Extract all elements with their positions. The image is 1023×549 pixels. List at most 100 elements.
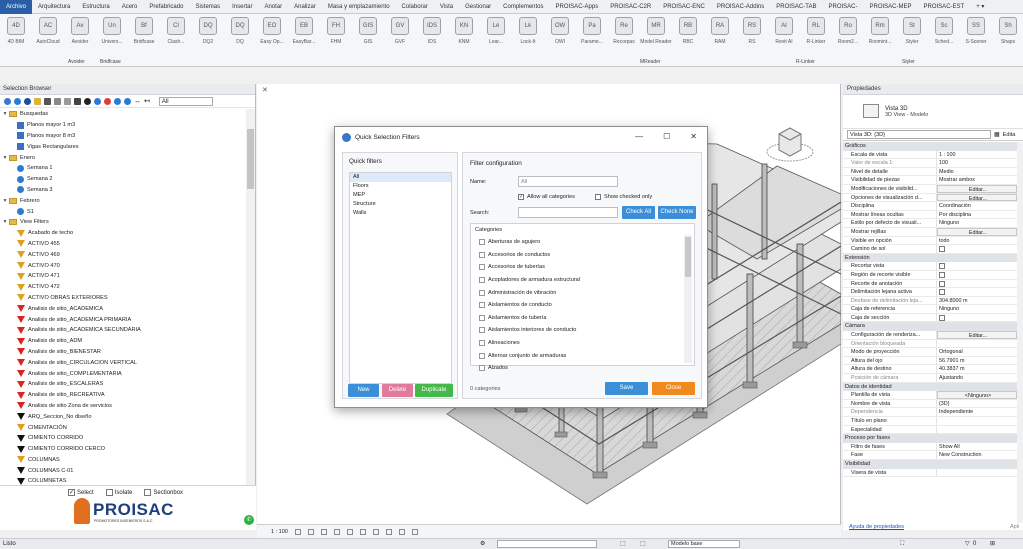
property-edit-button[interactable]: Editar... (937, 193, 1017, 202)
menu-item-16[interactable]: PROISAC-ENC (657, 0, 711, 14)
category-checkbox[interactable] (479, 327, 485, 334)
tree-row[interactable]: ACTIVO 455 (0, 239, 246, 250)
category-checkbox[interactable] (479, 264, 485, 271)
quick-filter-item[interactable]: Structure (350, 200, 451, 209)
add-search-icon[interactable] (14, 97, 21, 105)
edit-type-button[interactable]: Edita (1003, 132, 1016, 138)
ribbon-button-4[interactable]: Bf Bridfcase (128, 14, 160, 58)
workset-dropdown[interactable] (497, 540, 597, 548)
editable-only-icon[interactable]: ⬚ (640, 539, 646, 549)
ribbon-button-6[interactable]: DQ DQ2 (192, 14, 224, 58)
new-button[interactable]: New (348, 384, 379, 397)
ribbon-button-13[interactable]: IDS IDS (416, 14, 448, 58)
category-row[interactable]: Aislamientos interiores de conducto (471, 324, 694, 337)
menu-item-7[interactable]: Anotar (258, 0, 288, 14)
tree-row[interactable]: ACTIVO 472 (0, 282, 246, 293)
filter-icon[interactable] (74, 97, 81, 105)
show-crop-icon[interactable] (372, 528, 379, 535)
menu-item-21[interactable]: PROISAC-EST (918, 0, 971, 14)
quick-filter-item[interactable]: All (350, 173, 451, 182)
reveal-hidden-icon[interactable] (411, 528, 418, 535)
ribbon-button-30[interactable]: SS S-Sooner (960, 14, 992, 58)
ribbon-button-19[interactable]: Re Recorpas (608, 14, 640, 58)
tree-row[interactable]: ACTIVO OBRAS EXTERIORES (0, 293, 246, 304)
property-value[interactable]: 56.7901 m (937, 357, 1017, 365)
tree-row[interactable]: Analisis de sitio_ACADEMICA (0, 303, 246, 314)
edit-type-icon[interactable]: ▦ (994, 131, 1000, 138)
property-section[interactable]: Datos de identidad (843, 382, 1017, 392)
category-row[interactable]: Aislamientos de conducto (471, 299, 694, 312)
ribbon-button-28[interactable]: St Styler (896, 14, 928, 58)
tree-row[interactable]: COLUMNETAS (0, 476, 246, 485)
tree-scrollbar-thumb[interactable] (247, 129, 254, 189)
category-checkbox[interactable] (479, 302, 485, 309)
property-value[interactable]: 100 (937, 159, 1017, 167)
property-value[interactable] (937, 426, 1017, 434)
twisty-icon[interactable]: ▼ (2, 219, 8, 225)
cloud-icon[interactable] (94, 97, 101, 105)
tree-row[interactable]: Analisis de sitio_RECREATIVA (0, 390, 246, 401)
ribbon-button-12[interactable]: GV GVF (384, 14, 416, 58)
category-row[interactable]: Alineaciones (471, 337, 694, 350)
menu-item-14[interactable]: PROISAC-Apps (550, 0, 605, 14)
menu-item-8[interactable]: Analizar (288, 0, 322, 14)
menu-item-20[interactable]: PROISAC-MEP (864, 0, 918, 14)
menu-item-18[interactable]: PROISAC-TAB (770, 0, 822, 14)
expand-icon[interactable]: ↔ (134, 98, 141, 105)
sectionbox-option[interactable]: Sectionbox (144, 489, 183, 496)
property-section[interactable]: Cámara (843, 322, 1017, 332)
show-checked-option[interactable]: Show checked only (595, 194, 652, 200)
ribbon-button-31[interactable]: Sh Shaps (992, 14, 1023, 58)
menu-item-17[interactable]: PROISAC-Addins (711, 0, 770, 14)
categories-scrollbar[interactable] (684, 235, 692, 363)
arrow-down-icon[interactable] (114, 97, 121, 105)
category-checkbox[interactable] (479, 365, 485, 372)
ribbon-button-18[interactable]: Pa Parame... (576, 14, 608, 58)
sectionbox-checkbox[interactable] (144, 489, 152, 496)
close-icon[interactable]: ✕ (690, 132, 697, 141)
property-edit-button[interactable]: Editar... (937, 227, 1017, 236)
ribbon-button-17[interactable]: OW OWI (544, 14, 576, 58)
name-input[interactable]: All (518, 176, 618, 187)
tree-row[interactable]: CIMIENTO CORRIDO (0, 433, 246, 444)
select-checkbox[interactable]: ✓ (68, 489, 75, 496)
menu-item-3[interactable]: Acero (116, 0, 144, 14)
category-checkbox[interactable] (479, 277, 485, 284)
close-button[interactable]: Close (652, 382, 695, 395)
crop-icon[interactable] (359, 528, 366, 535)
category-checkbox[interactable] (479, 352, 485, 359)
twisty-icon[interactable]: ▼ (2, 198, 8, 204)
property-value[interactable]: Ninguno (937, 305, 1017, 313)
print-icon[interactable] (44, 97, 51, 105)
property-value[interactable]: Independiente (937, 408, 1017, 416)
collapse-icon[interactable]: ↤ (144, 97, 150, 105)
property-value[interactable]: New Construction (937, 451, 1017, 459)
property-value[interactable] (937, 262, 1017, 270)
tree-row[interactable]: Semana 1 (0, 163, 246, 174)
lock-view-icon[interactable] (385, 528, 392, 535)
ribbon-button-22[interactable]: RA RAM (704, 14, 736, 58)
property-value[interactable]: Mostrar ambos (937, 176, 1017, 184)
tree-row[interactable]: Semana 3 (0, 185, 246, 196)
category-row[interactable]: Aberturas de agujero (471, 236, 694, 249)
category-checkbox[interactable] (479, 314, 485, 321)
property-section[interactable]: Proceso por fases (843, 434, 1017, 443)
property-value[interactable]: Ajustando (937, 374, 1017, 382)
properties-scrollbar[interactable] (1017, 142, 1023, 523)
tree-row[interactable]: ACTIVO 471 (0, 271, 246, 282)
property-value[interactable]: Medio (937, 168, 1017, 176)
tree-row[interactable]: Acabado de techo (0, 228, 246, 239)
allow-all-option[interactable]: ✓ Allow all categories (518, 194, 575, 200)
tree-row[interactable]: CIMIENTO CORRIDO CERCO (0, 444, 246, 455)
ribbon-button-23[interactable]: RS RS (736, 14, 768, 58)
tree-row[interactable]: Analisis de sitio_COMPLEMENTARIA (0, 368, 246, 379)
select-option[interactable]: ✓ Select (68, 489, 94, 496)
tree-row[interactable]: ARQ_Seccion_No diseño (0, 411, 246, 422)
model-dropdown[interactable]: Modelo base (668, 540, 740, 548)
property-value[interactable] (937, 417, 1017, 425)
menu-item-13[interactable]: Complementos (497, 0, 549, 14)
ribbon-button-2[interactable]: Av Avoider (64, 14, 96, 58)
tree-row[interactable]: Semana 2 (0, 174, 246, 185)
ribbon-button-24[interactable]: AI Revit AI (768, 14, 800, 58)
category-row[interactable]: Accesorios de conductos (471, 249, 694, 262)
